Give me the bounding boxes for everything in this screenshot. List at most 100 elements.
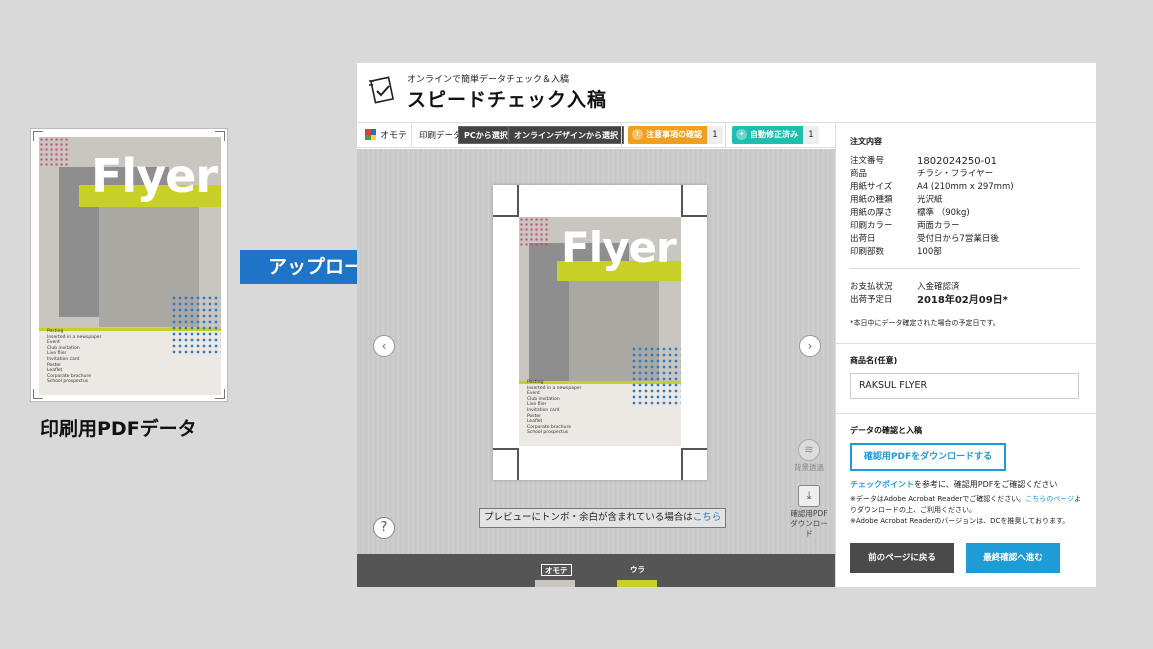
thumb-tab-back[interactable]: ウラ [627, 564, 648, 576]
flyer-word: Flyer [91, 149, 218, 203]
note2-text: ※Adobe Acrobat Readerのバージョンは、DCを推奨しております… [850, 517, 1070, 525]
crop-mark [681, 448, 707, 480]
thumb-front[interactable] [535, 580, 575, 587]
auto-fix-count: 1 [803, 126, 819, 144]
order-key: 注文番号 [850, 156, 885, 166]
order-value: 1802024250-01 [917, 156, 997, 167]
product-name-input[interactable]: RAKSUL FLYER [850, 373, 1079, 399]
order-value: チラシ・フライヤー [917, 169, 994, 179]
tab-omote[interactable]: オモテ [365, 128, 407, 141]
pc-select-button[interactable]: PCから選択 [458, 126, 514, 144]
back-button[interactable]: 前のページに戻る [850, 543, 954, 573]
order-value: 100部 [917, 247, 942, 257]
thumb-back[interactable] [617, 580, 657, 587]
auto-fix-chip-label: 自動修正済み [750, 130, 798, 139]
checkpoint-link[interactable]: チェックポイント [850, 480, 914, 489]
order-row: 注文番号 1802024250-01 [850, 155, 1080, 168]
color-squares-icon [365, 129, 376, 140]
pdf-thumbnail: Flyer Posting Inserted in a newspaper Even… [30, 128, 228, 402]
note1-text: ※データはAdobe Acrobat Readerでご確認ください。 [850, 495, 1026, 503]
download-confirm-pdf-button[interactable]: 確認用PDFをダウンロードする [850, 443, 1006, 471]
order-row: 用紙の種類 光沢紙 [850, 194, 1080, 207]
order-row: 印刷カラー 両面カラー [850, 220, 1080, 233]
blue-dots-pattern [171, 295, 221, 355]
confirm-pdf-download-tool[interactable]: ⤓ 確認用PDF ダウンロード [789, 485, 829, 539]
acrobat-notes: ※データはAdobe Acrobat Readerでご確認ください。こちらのペー… [850, 494, 1085, 527]
order-key: 商品 [850, 169, 868, 179]
flyer-list: Posting Inserted in a newspaper Event Club … [47, 329, 101, 385]
order-key: 印刷カラー [850, 221, 893, 231]
order-row: 印刷部数 100部 [850, 246, 1080, 259]
warning-count: 1 [707, 126, 723, 144]
order-row: 用紙サイズ A4 (210mm x 297mm) [850, 181, 1080, 194]
product-name-title: 商品名(任意) [850, 356, 898, 365]
order-row: 用紙の厚さ 標準 （90kg) [850, 207, 1080, 220]
background-transparency-tool[interactable]: ≋ 背景透過 [789, 439, 829, 473]
tab-omote-label: オモテ [380, 131, 408, 141]
order-value: 受付日から7営業日後 [917, 234, 999, 244]
order-row: 出荷日 受付日から7営業日後 [850, 233, 1080, 246]
app-subtitle: オンラインで簡単データチェック＆入稿 [407, 75, 570, 85]
auto-fix-icon: ✦ [736, 129, 747, 140]
preview-page: Flyer Posting Inserted in a newspaper Even… [493, 185, 707, 480]
auto-fix-chip[interactable]: ✦ 自動修正済み [732, 126, 804, 144]
preview-area: Flyer Posting Inserted in a newspaper Even… [357, 149, 835, 554]
warning-chip[interactable]: ! 注意事項の確認 [628, 126, 708, 144]
order-side-panel: 注文内容 注文番号 1802024250-01 商品 チラシ・フライヤー用紙サイズ A4… [835, 122, 1096, 587]
note1-link[interactable]: こちらのページ [1025, 495, 1074, 503]
payment-row: お支払状況 入金確認済 出荷予定日 2018年02月09日* [850, 281, 1080, 307]
final-confirm-button[interactable]: 最終確認へ進む [966, 543, 1060, 573]
crop-mark [493, 185, 519, 217]
tool1-label: 背景透過 [794, 463, 824, 472]
page-thumbnail-strip: オモテ ウラ [357, 554, 835, 587]
layers-icon: ≋ [798, 439, 820, 461]
ship-key: 出荷予定日 [850, 295, 893, 305]
thumb-tab-front[interactable]: オモテ [541, 564, 572, 576]
app-header: オンラインで簡単データチェック＆入稿 スピードチェック入稿 [357, 63, 1096, 121]
order-key: 出荷日 [850, 234, 876, 244]
order-key: 用紙の厚さ [850, 208, 893, 218]
checkpoint-text: を参考に、確認用PDFをご確認ください [914, 480, 1058, 489]
flyer-list-item: School prospectus [47, 379, 89, 385]
ship-value: 2018年02月09日* [917, 295, 1008, 306]
prev-page-button[interactable]: ‹ [373, 335, 395, 357]
warning-chip-label: 注意事項の確認 [646, 130, 702, 139]
pink-dots-pattern [39, 137, 69, 167]
crop-mark [681, 185, 707, 217]
document-check-icon [369, 76, 395, 104]
order-value: 光沢紙 [917, 195, 943, 205]
flyer-list-item: School prospectus [527, 430, 569, 436]
flyer-list: Posting Inserted in a newspaper Event Club … [527, 380, 581, 436]
print-data-label: 印刷データ [419, 131, 462, 141]
speed-check-app: オンラインで簡単データチェック＆入稿 スピードチェック入稿 オモテ 印刷データ … [357, 63, 1096, 587]
check-title: データの確認と入稿 [850, 426, 922, 435]
app-title: スピードチェック入稿 [407, 89, 608, 111]
order-value: 標準 （90kg) [917, 208, 970, 218]
flyer-artwork: Flyer Posting Inserted in a newspaper Even… [39, 137, 221, 395]
checkpoint-line: チェックポイントを参考に、確認用PDFをご確認ください [850, 479, 1057, 490]
preview-note: プレビューにトンボ・余白が含まれている場合はこちら [479, 508, 727, 528]
order-value: 両面カラー [917, 221, 960, 231]
payment-value: 入金確認済 [917, 282, 960, 292]
order-key: 用紙サイズ [850, 182, 893, 192]
pink-dots-pattern [519, 217, 549, 247]
order-row: 商品 チラシ・フライヤー [850, 168, 1080, 181]
preview-note-link[interactable]: こちら [693, 512, 722, 523]
order-title: 注文内容 [850, 137, 882, 146]
help-icon[interactable]: ? [373, 517, 395, 539]
download-icon: ⤓ [798, 485, 820, 507]
next-page-button[interactable]: › [799, 335, 821, 357]
online-design-select-button[interactable]: オンラインデザインから選択 [508, 126, 624, 144]
pdf-caption: 印刷用PDFデータ [40, 418, 197, 440]
blue-dots-pattern [631, 346, 681, 406]
toolbar: オモテ 印刷データ PCから選択 オンラインデザインから選択 ! 注意事項の確認… [357, 122, 835, 148]
order-key: 印刷部数 [850, 247, 885, 257]
preview-note-text: プレビューにトンボ・余白が含まれている場合は [484, 512, 693, 523]
ship-note: *本日中にデータ確定された場合の予定日です。 [850, 319, 1000, 327]
tool2-label: 確認用PDF ダウンロード [790, 509, 828, 538]
warning-icon: ! [632, 129, 643, 140]
order-value: A4 (210mm x 297mm) [917, 182, 1014, 192]
flyer-artwork: Flyer Posting Inserted in a newspaper Even… [519, 217, 681, 446]
order-key: 用紙の種類 [850, 195, 893, 205]
order-details: 注文番号 1802024250-01 商品 チラシ・フライヤー用紙サイズ A4 (210… [850, 155, 1080, 259]
